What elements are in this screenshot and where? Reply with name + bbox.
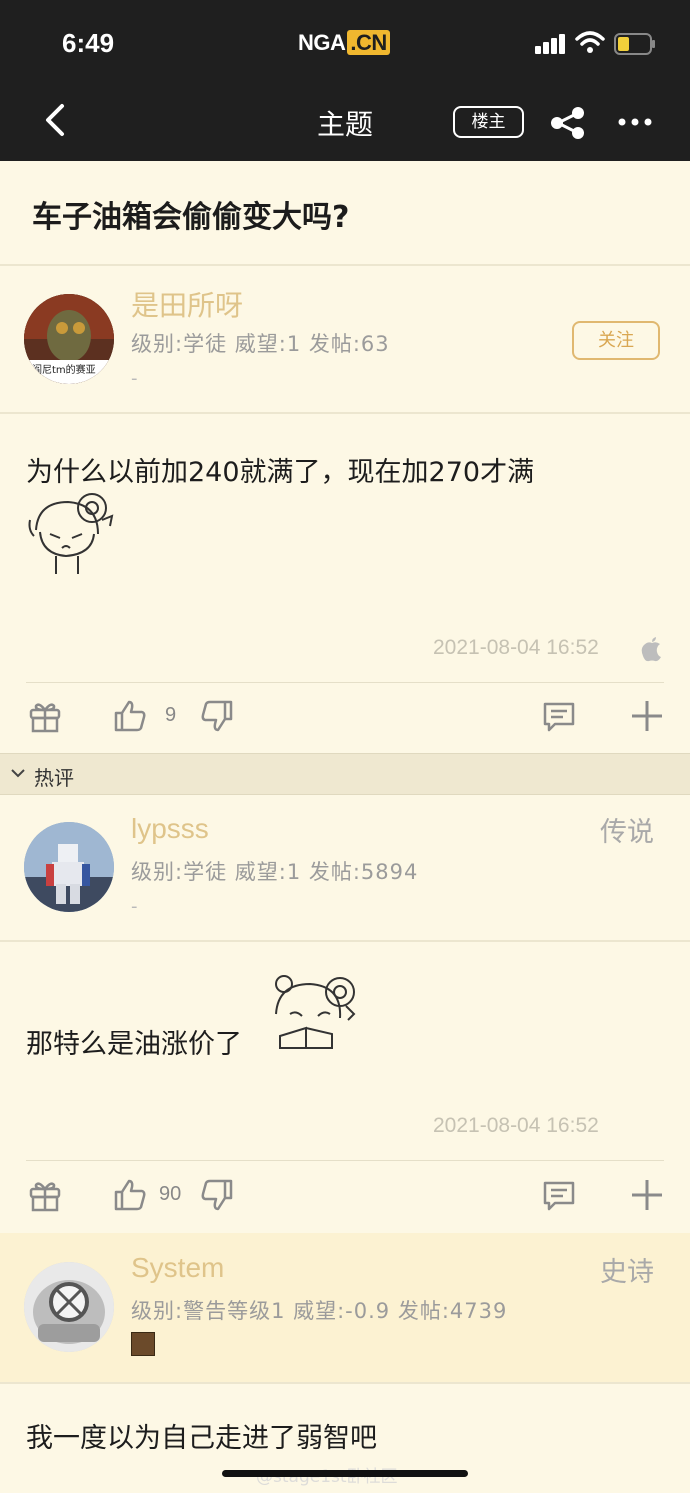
- app-logo: NGA .CN: [298, 30, 390, 56]
- divider: [0, 264, 690, 266]
- share-icon[interactable]: [550, 106, 586, 140]
- username[interactable]: System: [131, 1252, 224, 1284]
- user-avatar[interactable]: 阎尼tm的赛亚: [24, 294, 114, 384]
- post-content: 那特么是油涨价了: [26, 1029, 242, 1060]
- apple-device-icon: [641, 637, 661, 662]
- post-content: 我一度以为自己走进了弱智吧: [26, 1423, 377, 1454]
- avatar-image-icon: [24, 822, 114, 912]
- thumbs-up-icon[interactable]: [112, 698, 148, 734]
- home-indicator[interactable]: [222, 1470, 468, 1477]
- comment-icon[interactable]: [541, 698, 577, 734]
- action-separator: [26, 682, 664, 683]
- topic-title: 车子油箱会偷偷变大吗?: [32, 200, 350, 235]
- user-rank-badge: 史诗: [600, 1257, 654, 1288]
- comment-icon[interactable]: [541, 1177, 577, 1213]
- louzhu-only-button[interactable]: 楼主: [453, 106, 524, 138]
- avatar-caption: 阎尼tm的赛亚: [32, 365, 96, 376]
- user-signature: -: [131, 896, 138, 917]
- gift-icon[interactable]: [27, 1177, 63, 1213]
- logo-suffix: .CN: [347, 30, 390, 55]
- more-options-icon[interactable]: [617, 112, 653, 132]
- add-icon[interactable]: [629, 698, 665, 734]
- hot-comments-header[interactable]: 热评: [0, 753, 690, 795]
- user-avatar[interactable]: [24, 822, 114, 912]
- hot-comments-label: 热评: [34, 766, 74, 790]
- battery-icon: [614, 33, 655, 55]
- user-avatar[interactable]: [24, 1262, 114, 1352]
- divider: [0, 412, 690, 414]
- diving-helmet-icon: [24, 1262, 114, 1352]
- divider: [0, 940, 690, 942]
- like-count: 90: [159, 1183, 182, 1205]
- logo-text: NGA: [298, 30, 346, 55]
- post-content: 为什么以前加240就满了，现在加270才满: [26, 457, 535, 488]
- post-timestamp: 2021-08-04 16:52: [433, 636, 599, 659]
- thumbs-down-icon[interactable]: [199, 1177, 235, 1213]
- user-medal-icon: [131, 1332, 155, 1356]
- user-stats: 级别:警告等级1 威望:-0.9 发帖:4739: [131, 1299, 508, 1323]
- user-stats: 级别:学徒 威望:1 发帖:5894: [131, 860, 419, 884]
- thumbs-down-icon[interactable]: [199, 698, 235, 734]
- add-icon[interactable]: [629, 1177, 665, 1213]
- divider: [0, 1382, 690, 1384]
- wifi-icon: [575, 31, 605, 53]
- username[interactable]: 是田所呀: [131, 284, 243, 324]
- action-separator: [26, 1160, 664, 1161]
- page-title: 主题: [316, 108, 373, 141]
- sticker-crying-girl-icon: [28, 493, 114, 574]
- user-signature: -: [131, 368, 138, 389]
- post-timestamp: 2021-08-04 16:52: [433, 1114, 599, 1137]
- user-rank-badge: 传说: [600, 817, 654, 848]
- chevron-down-icon: [11, 769, 25, 778]
- user-stats: 级别:学徒 威望:1 发帖:63: [131, 332, 390, 356]
- thumbs-up-icon[interactable]: [112, 1177, 148, 1213]
- top-bar: 6:49 NGA .CN 主题 楼主: [0, 0, 690, 161]
- like-count: 9: [165, 704, 177, 726]
- gift-icon[interactable]: [27, 698, 63, 734]
- sticker-laughing-girl-icon: [275, 975, 356, 1049]
- status-time: 6:49: [62, 28, 115, 58]
- follow-button[interactable]: 关注: [572, 321, 660, 360]
- username[interactable]: lypsss: [131, 813, 209, 845]
- cellular-signal-icon: [535, 34, 565, 54]
